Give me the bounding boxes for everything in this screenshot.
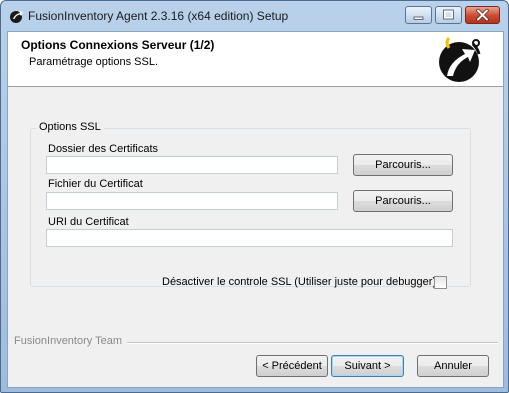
fusioninventory-logo-icon: [439, 36, 481, 82]
cert-uri-input[interactable]: [46, 229, 453, 247]
maximize-button[interactable]: [435, 6, 462, 24]
cert-file-label: Fichier du Certificat: [48, 178, 143, 190]
disable-ssl-check-label: Désactiver le controle SSL (Utiliser jus…: [162, 276, 437, 288]
maximize-icon: [443, 9, 454, 20]
wizard-client-area: Options Connexions Serveur (1/2) Paramét…: [7, 31, 504, 388]
page-subtitle: Paramétrage options SSL.: [29, 56, 159, 68]
cert-file-browse-button[interactable]: Parcouris...: [353, 190, 453, 212]
ssl-options-group-label: Options SSL: [36, 121, 104, 133]
disable-ssl-check-checkbox[interactable]: [434, 276, 447, 289]
fusioninventory-app-icon: [10, 11, 23, 23]
close-icon: [476, 8, 489, 22]
close-button[interactable]: [465, 6, 500, 24]
cert-dir-browse-button[interactable]: Parcouris...: [353, 154, 453, 176]
back-button[interactable]: < Précédent: [256, 355, 328, 377]
minimize-button[interactable]: [405, 6, 432, 24]
window-title: FusionInventory Agent 2.3.16 (x64 editio…: [28, 9, 289, 23]
setup-window: FusionInventory Agent 2.3.16 (x64 editio…: [0, 0, 509, 393]
minimize-icon: [413, 16, 424, 20]
cert-file-input[interactable]: [46, 192, 338, 210]
cancel-button[interactable]: Annuler: [417, 355, 489, 377]
cert-dir-input[interactable]: [46, 156, 338, 174]
next-button[interactable]: Suivant >: [331, 355, 404, 377]
footer-brand-label: FusionInventory Team: [14, 335, 123, 347]
page-title: Options Connexions Serveur (1/2): [21, 38, 215, 52]
cert-uri-label: URI du Certificat: [48, 216, 129, 228]
footer-divider: [127, 342, 498, 344]
title-bar[interactable]: FusionInventory Agent 2.3.16 (x64 editio…: [1, 1, 508, 31]
wizard-header: Options Connexions Serveur (1/2) Paramét…: [8, 32, 503, 87]
cert-dir-label: Dossier des Certificats: [48, 143, 159, 155]
